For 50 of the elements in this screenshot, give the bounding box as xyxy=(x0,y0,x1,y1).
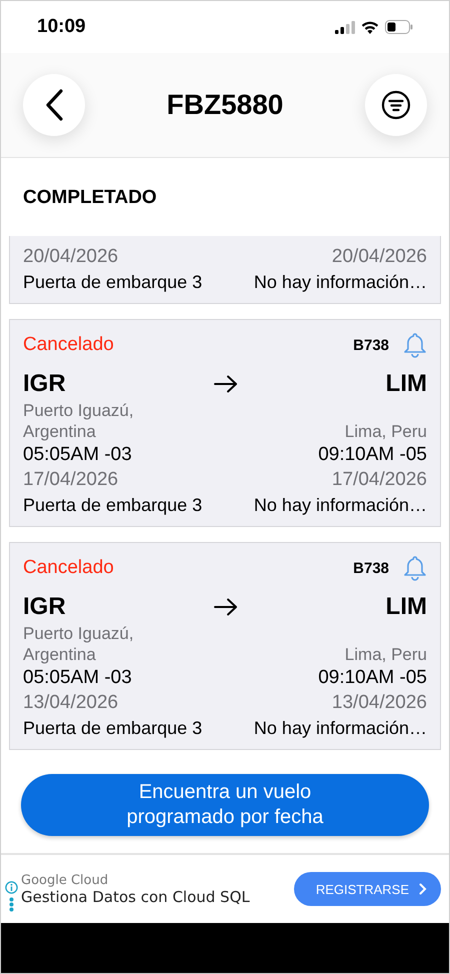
ad-headline: Gestiona Datos con Cloud SQL xyxy=(21,888,251,906)
flight-card[interactable]: Cancelado B738 IGR LIM Puerto Iguazú, Argentina Lima, Peru 05:05AM -03 09:10AM -05 13/04/2026 13/04/2026 Puerta de embarque 3 No hay información… xyxy=(9,542,441,750)
aircraft-code: B738 xyxy=(353,336,389,354)
departure-date: 20/04/2026 xyxy=(23,245,118,269)
ad-sponsor: Google Cloud xyxy=(21,872,110,888)
status-time: 10:09 xyxy=(37,16,86,38)
info-icon[interactable] xyxy=(5,880,18,894)
gate-text: Puerta de embarque 3 xyxy=(23,717,202,740)
section-heading: COMPLETADO xyxy=(22,186,158,210)
bell-icon[interactable] xyxy=(403,332,427,358)
destination-city: Lima, Peru xyxy=(344,644,427,665)
signal-icon xyxy=(335,20,355,34)
arrow-icon xyxy=(214,598,238,616)
origin-code: IGR xyxy=(23,370,66,398)
destination-code: LIM xyxy=(386,593,427,621)
flight-status: Cancelado xyxy=(23,334,114,356)
flight-card[interactable]: 20/04/2026 20/04/2026 Puerta de embarque 3 No hay información… xyxy=(9,236,441,304)
more-icon[interactable] xyxy=(9,896,14,912)
departure-time: 05:05AM -03 xyxy=(23,443,132,467)
flight-status: Cancelado xyxy=(23,557,114,579)
arrival-time: 09:10AM -05 xyxy=(318,666,427,690)
gate-text: Puerta de embarque 3 xyxy=(23,271,202,294)
origin-city: Puerto Iguazú, Argentina xyxy=(23,400,135,442)
arrival-date: 13/04/2026 xyxy=(332,691,427,715)
battery-icon xyxy=(385,20,413,34)
flight-card[interactable]: Cancelado B738 IGR LIM Puerto Iguazú, Argentina Lima, Peru 05:05AM -03 09:10AM -05 17/04/2026 17/04/2026 Puerta de embarque 3 No hay información… xyxy=(9,319,441,527)
arrival-time: 09:10AM -05 xyxy=(318,443,427,467)
chevron-icon xyxy=(419,883,427,895)
find-flight-button[interactable]: Encuentra un vuelo programado por fecha xyxy=(21,774,429,836)
arrival-date: 20/04/2026 xyxy=(332,245,427,269)
info-text: No hay información… xyxy=(254,494,427,517)
aircraft-code: B738 xyxy=(353,560,389,576)
filter-icon xyxy=(381,90,411,120)
bell-icon[interactable] xyxy=(403,555,427,581)
gate-text: Puerta de embarque 3 xyxy=(23,494,202,517)
info-text: No hay información… xyxy=(254,717,427,740)
destination-code: LIM xyxy=(386,370,427,398)
wifi-icon xyxy=(361,20,379,34)
origin-code: IGR xyxy=(23,593,66,621)
info-text: No hay información… xyxy=(254,271,427,294)
register-button[interactable]: REGISTRARSE xyxy=(294,872,441,906)
arrival-date: 17/04/2026 xyxy=(332,468,427,492)
back-icon xyxy=(44,88,64,122)
destination-city: Lima, Peru xyxy=(344,421,427,442)
departure-date: 13/04/2026 xyxy=(23,691,118,715)
origin-city: Puerto Iguazú, Argentina xyxy=(23,623,135,665)
departure-time: 05:05AM -03 xyxy=(23,666,132,690)
departure-date: 17/04/2026 xyxy=(23,468,118,492)
arrow-icon xyxy=(214,375,238,393)
flight-title: FBZ5880 xyxy=(166,89,284,121)
